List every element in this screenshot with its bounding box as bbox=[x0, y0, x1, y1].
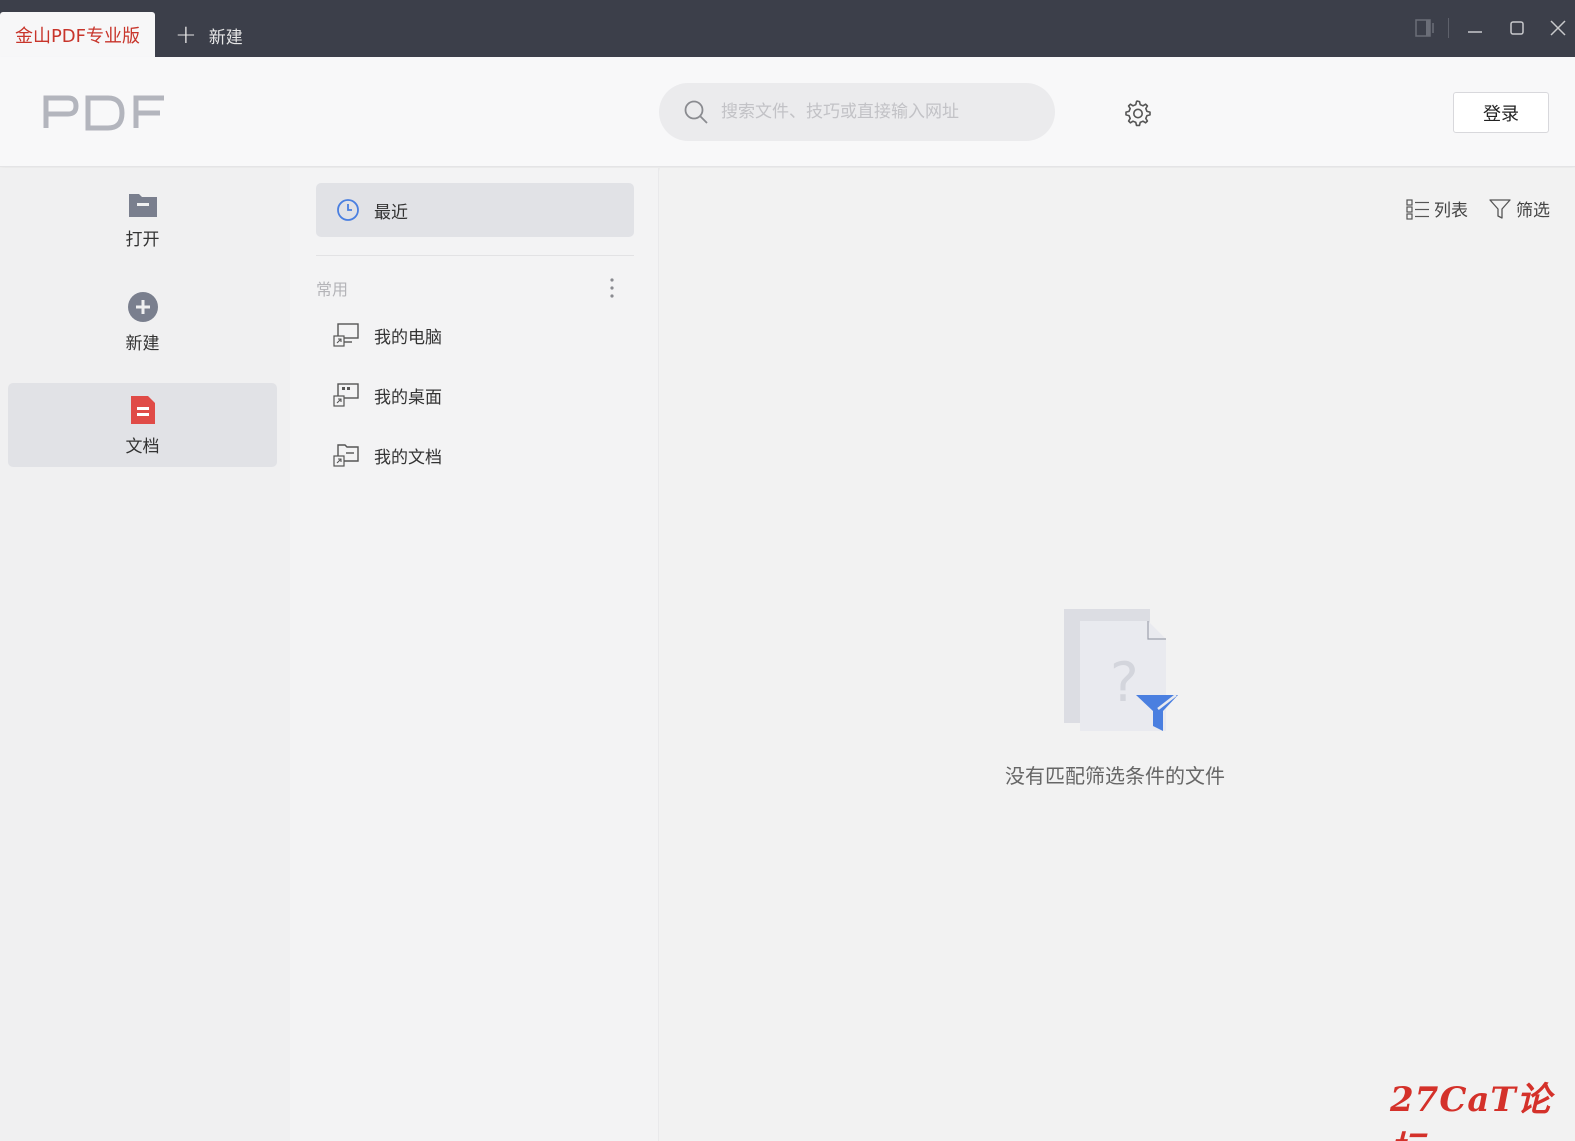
empty-state-illustration: ? bbox=[1060, 605, 1182, 741]
more-options-icon[interactable] bbox=[606, 276, 618, 300]
location-label: 我的电脑 bbox=[374, 327, 442, 348]
search-input[interactable] bbox=[721, 102, 1041, 122]
panel-divider bbox=[316, 255, 634, 256]
close-icon[interactable] bbox=[1543, 14, 1573, 42]
list-view-button[interactable]: 列表 bbox=[1406, 196, 1468, 221]
tab-label: 金山PDF专业版 bbox=[14, 25, 141, 47]
gear-icon[interactable] bbox=[1122, 98, 1152, 128]
maximize-icon[interactable] bbox=[1502, 14, 1532, 42]
filter-icon bbox=[1489, 198, 1511, 219]
plus-icon: + bbox=[175, 20, 197, 50]
nav-documents[interactable]: 文档 bbox=[8, 383, 277, 467]
titlebar-separator bbox=[1448, 18, 1449, 38]
nav-open-label: 打开 bbox=[125, 229, 160, 250]
folder-shortcut-icon bbox=[333, 444, 359, 467]
filter-button[interactable]: 筛选 bbox=[1488, 196, 1550, 221]
search-icon bbox=[684, 100, 708, 124]
clock-icon bbox=[337, 199, 359, 221]
pdf-logo bbox=[42, 92, 168, 136]
watermark-text: 27CaT论坛 bbox=[1390, 1080, 1552, 1141]
title-bar: 金山PDF专业版 + 新建 bbox=[0, 0, 1575, 57]
folder-icon bbox=[128, 193, 157, 217]
minimize-icon[interactable] bbox=[1460, 14, 1490, 42]
new-tab-label: 新建 bbox=[208, 27, 243, 48]
nav-new-label: 新建 bbox=[125, 333, 160, 354]
filter-label: 筛选 bbox=[1516, 201, 1550, 221]
tab-kingsoft-pdf[interactable]: 金山PDF专业版 bbox=[0, 12, 155, 57]
location-label: 我的文档 bbox=[374, 447, 442, 468]
login-button[interactable]: 登录 bbox=[1453, 92, 1549, 133]
computer-shortcut-icon bbox=[333, 323, 359, 347]
location-panel: 最近 常用 我的电脑 我的桌面 我的文档 bbox=[290, 168, 659, 1141]
empty-state-message: 没有匹配筛选条件的文件 bbox=[1005, 764, 1225, 788]
plus-circle-icon bbox=[127, 291, 158, 322]
list-view-icon bbox=[1406, 198, 1429, 220]
search-box[interactable] bbox=[659, 83, 1055, 141]
location-label: 我的桌面 bbox=[374, 387, 442, 408]
location-my-documents[interactable]: 我的文档 bbox=[332, 440, 442, 470]
svg-text:?: ? bbox=[1110, 651, 1139, 714]
nav-open[interactable]: 打开 bbox=[8, 178, 277, 262]
document-icon bbox=[130, 395, 155, 424]
list-view-label: 列表 bbox=[1434, 201, 1468, 221]
location-my-desktop[interactable]: 我的桌面 bbox=[332, 380, 442, 410]
section-title-common: 常用 bbox=[316, 280, 349, 299]
location-my-computer[interactable]: 我的电脑 bbox=[332, 320, 442, 350]
desktop-shortcut-icon bbox=[333, 383, 359, 407]
new-tab-button[interactable]: + 新建 bbox=[175, 14, 243, 56]
compact-mode-icon[interactable] bbox=[1410, 14, 1440, 42]
nav-documents-label: 文档 bbox=[125, 436, 160, 457]
nav-new[interactable]: 新建 bbox=[8, 280, 277, 364]
recent-label: 最近 bbox=[374, 202, 408, 223]
recent-item[interactable]: 最近 bbox=[316, 183, 634, 237]
